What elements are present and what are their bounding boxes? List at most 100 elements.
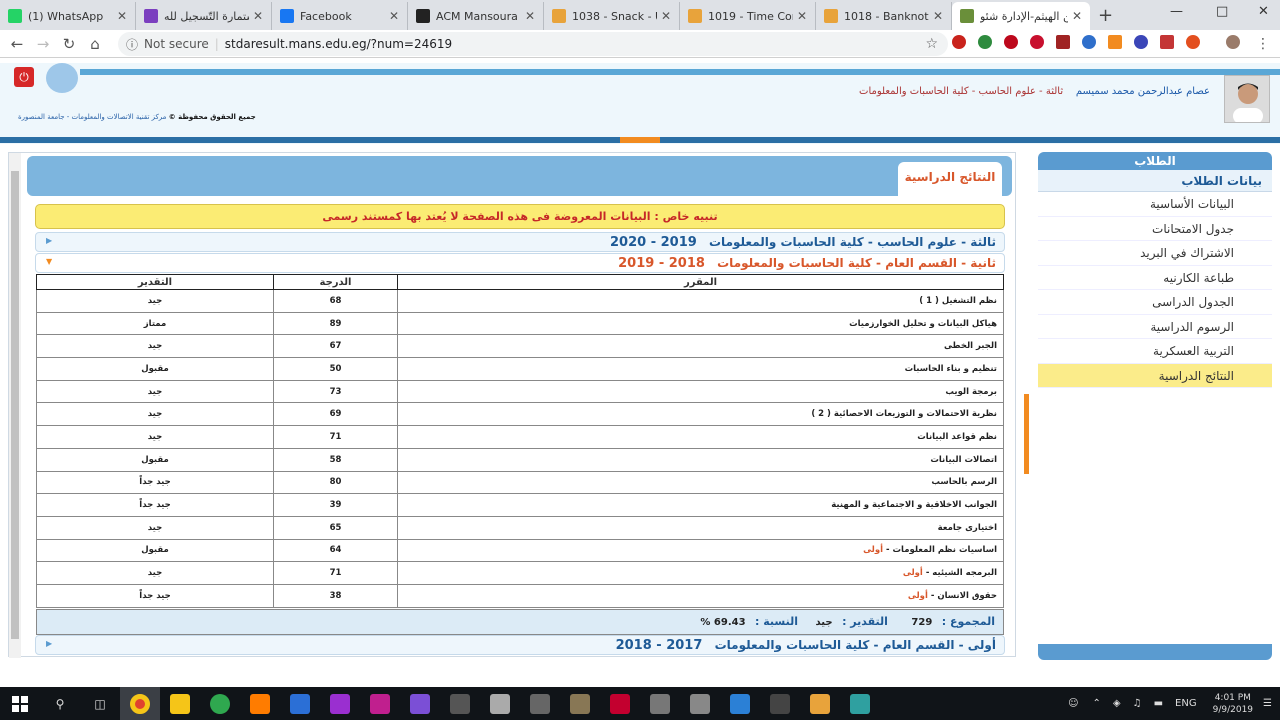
battery-icon[interactable]: ▬: [1154, 698, 1163, 709]
file-explorer-icon[interactable]: [160, 687, 200, 720]
course-name: نظرية الاحتمالات و التوزيعات الاحصائية (…: [811, 409, 997, 420]
sidebar-item[interactable]: جدول الامتحانات: [1038, 217, 1272, 241]
app-icon[interactable]: [760, 687, 800, 720]
back-button[interactable]: ←: [4, 35, 30, 53]
sidebar-item[interactable]: النتائج الدراسية: [1038, 363, 1272, 388]
xd-icon[interactable]: [360, 687, 400, 720]
extension-icon[interactable]: [1186, 35, 1200, 49]
email-icon[interactable]: [1134, 35, 1148, 49]
year-section-2017-2018[interactable]: أولى - القسم العام - كلية الحاسبات والمع…: [35, 635, 1005, 655]
browser-tab[interactable]: Facebook ✕: [272, 2, 408, 30]
year-range: 2019 - 2020: [609, 235, 697, 250]
close-tab-icon[interactable]: ✕: [117, 9, 127, 23]
visual-studio-icon[interactable]: [400, 687, 440, 720]
assassins-creed-icon[interactable]: [640, 687, 680, 720]
sidebar-item[interactable]: الجدول الدراسى: [1038, 290, 1272, 315]
extension-icon[interactable]: [952, 35, 966, 49]
close-tab-icon[interactable]: ✕: [797, 9, 807, 23]
browser-tab[interactable]: إستمارة التّسجيل لله ✕: [136, 2, 272, 30]
header-accent: [620, 137, 660, 143]
close-tab-icon[interactable]: ✕: [389, 9, 399, 23]
assassins-creed-icon[interactable]: [680, 687, 720, 720]
chrome-icon[interactable]: [120, 687, 160, 720]
close-tab-icon[interactable]: ✕: [525, 9, 535, 23]
notifications-icon[interactable]: ☰: [1263, 698, 1272, 709]
close-tab-icon[interactable]: ✕: [933, 9, 943, 23]
search-icon[interactable]: ⚲: [40, 687, 80, 720]
logout-power-icon[interactable]: ⏻: [14, 67, 34, 87]
people-icon[interactable]: ☺: [1068, 698, 1078, 709]
year-label: ثانية - القسم العام - كلية الحاسبات والم…: [717, 256, 996, 270]
sidebar-item[interactable]: طباعة الكارنيه: [1038, 266, 1272, 290]
omnibox[interactable]: ⓘ Not secure | stdaresult.mans.edu.eg/?n…: [118, 32, 948, 56]
profile-avatar[interactable]: [1226, 35, 1240, 49]
pinterest-icon[interactable]: [1004, 35, 1018, 49]
browser-tab[interactable]: 1038 - Snack - URI ✕: [544, 2, 680, 30]
minimize-button[interactable]: —: [1170, 4, 1183, 19]
app-icon[interactable]: [840, 687, 880, 720]
task-view-icon[interactable]: ◫: [80, 687, 120, 720]
reload-button[interactable]: ↻: [56, 35, 82, 53]
extension-icon[interactable]: [1160, 35, 1174, 49]
tray-arrow-icon[interactable]: ⌃: [1093, 698, 1101, 709]
sidebar-item[interactable]: التربية العسكرية: [1038, 339, 1272, 364]
browser-tab[interactable]: ابن الهيثم-الإدارة شئو ✕: [952, 2, 1090, 30]
unity-icon[interactable]: [480, 687, 520, 720]
game-icon[interactable]: [520, 687, 560, 720]
year-section-2019-2020[interactable]: ثالثة - علوم الحاسب - كلية الحاسبات والم…: [35, 232, 1005, 252]
rating-cell: مقبول: [36, 357, 274, 381]
close-window-button[interactable]: ✕: [1258, 4, 1269, 19]
scrollbar-thumb[interactable]: [11, 171, 19, 639]
copyright-link[interactable]: مركز تقنية الاتصالات والمعلومات - جامعة …: [18, 113, 166, 121]
extension-icon[interactable]: [1108, 35, 1122, 49]
start-icon[interactable]: [0, 687, 40, 720]
bookmark-star-icon[interactable]: ☆: [925, 36, 938, 52]
sidebar-item[interactable]: البيانات الأساسية: [1038, 192, 1272, 217]
illustrator-icon[interactable]: [240, 687, 280, 720]
new-tab-button[interactable]: +: [1098, 5, 1113, 26]
language-indicator[interactable]: ENG: [1175, 698, 1197, 709]
adblock-icon[interactable]: [1030, 35, 1044, 49]
info-icon[interactable]: ⓘ: [126, 36, 138, 53]
home-icon[interactable]: ⌂: [82, 35, 108, 53]
network-icon[interactable]: ◈: [1113, 698, 1121, 709]
extension-icon[interactable]: [1056, 35, 1070, 49]
volume-icon[interactable]: ♫: [1133, 698, 1142, 709]
extension-icon[interactable]: [978, 35, 992, 49]
browser-tab[interactable]: 1019 - Time Conve ✕: [680, 2, 816, 30]
edge-icon[interactable]: [200, 687, 240, 720]
course-cell: اساسيات نظم المعلومات - أولى: [397, 538, 1004, 563]
year-label: ثالثة - علوم الحاسب - كلية الحاسبات والم…: [709, 235, 996, 249]
panel-title-tab[interactable]: النتائج الدراسية: [898, 162, 1002, 196]
collapse-arrow-icon[interactable]: ▼: [46, 253, 52, 271]
pubg-icon[interactable]: [560, 687, 600, 720]
forward-button[interactable]: →: [30, 35, 56, 53]
photoshop-icon[interactable]: [280, 687, 320, 720]
browser-tab[interactable]: 1018 - Banknotes ✕: [816, 2, 952, 30]
clock[interactable]: 4:01 PM 9/9/2019: [1213, 692, 1253, 716]
year-section-2018-2019[interactable]: ثانية - القسم العام - كلية الحاسبات والم…: [35, 253, 1005, 273]
app-icon[interactable]: [720, 687, 760, 720]
browser-tab[interactable]: (1) WhatsApp ✕: [0, 2, 136, 30]
table-row: الرسم بالحاسب 80 جيد جداً: [36, 470, 1004, 495]
expand-arrow-icon[interactable]: ▶: [46, 232, 52, 250]
forms-icon: [144, 9, 158, 23]
user-settings-icon[interactable]: [46, 63, 78, 93]
close-tab-icon[interactable]: ✕: [661, 9, 671, 23]
browser-tab[interactable]: ACM Mansoura lev ✕: [408, 2, 544, 30]
mansoura-icon: [960, 9, 974, 23]
app-icon[interactable]: [800, 687, 840, 720]
extension-icon[interactable]: [1082, 35, 1096, 49]
premiere-icon[interactable]: [320, 687, 360, 720]
angular-icon[interactable]: [600, 687, 640, 720]
maximize-button[interactable]: □: [1216, 4, 1228, 19]
sidebar-item[interactable]: الاشتراك في البريد: [1038, 241, 1272, 266]
menu-kebab-icon[interactable]: ⋮: [1256, 36, 1270, 52]
scrollbar[interactable]: [9, 153, 21, 658]
expand-arrow-icon[interactable]: ▶: [46, 635, 52, 653]
close-tab-icon[interactable]: ✕: [253, 9, 263, 23]
close-tab-icon[interactable]: ✕: [1072, 9, 1082, 23]
sidebar-item[interactable]: الرسوم الدراسية: [1038, 315, 1272, 339]
course-name: البرمجه الشيئيه -: [922, 568, 997, 579]
calculator-icon[interactable]: [440, 687, 480, 720]
